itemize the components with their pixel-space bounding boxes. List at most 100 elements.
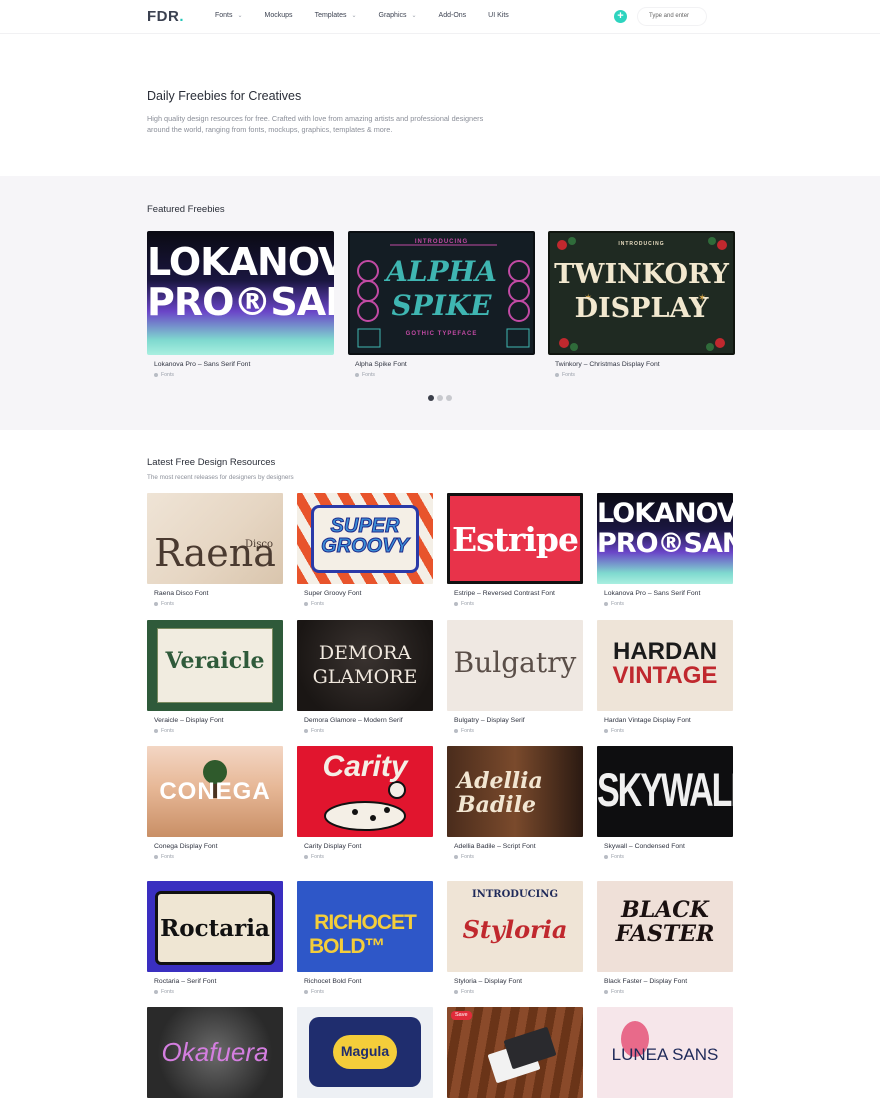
card-category[interactable]: Fonts (147, 989, 283, 995)
resource-thumbnail[interactable]: Okafuera (147, 1007, 283, 1098)
card-title[interactable]: Demora Glamore – Modern Serif (297, 717, 433, 724)
resource-card[interactable]: Magula (297, 1007, 433, 1098)
resource-card[interactable]: Bulgatry Bulgatry – Display Serif Fonts (447, 620, 583, 734)
category-label: Fonts (461, 728, 474, 734)
resource-thumbnail[interactable]: Carity (297, 746, 433, 837)
card-title[interactable]: Roctaria – Serif Font (147, 978, 283, 985)
card-category[interactable]: Fonts (297, 601, 433, 607)
resource-card[interactable]: Raena Disco Raena Disco Font Fonts (147, 493, 283, 607)
resource-thumbnail[interactable]: Raena Disco (147, 493, 283, 584)
card-title[interactable]: Skywall – Condensed Font (597, 843, 733, 850)
card-category[interactable]: Fonts (147, 601, 283, 607)
card-category[interactable]: Fonts (297, 854, 433, 860)
card-category[interactable]: Fonts (147, 854, 283, 860)
resource-thumbnail[interactable]: LUNEA SANS (597, 1007, 733, 1098)
featured-card[interactable]: INTRODUCING ALPHA SPIKE GOTHIC TYPEFACE … (348, 231, 535, 378)
card-title[interactable]: Carity Display Font (297, 843, 433, 850)
resource-card[interactable]: Carity Carity Display Font Fonts (297, 746, 433, 860)
card-category[interactable]: Fonts (147, 372, 334, 378)
art-text: LOKANOVA (147, 240, 334, 284)
resource-thumbnail[interactable]: DEMORA GLAMORE (297, 620, 433, 711)
resource-thumbnail[interactable]: RICHOCET BOLD™ (297, 881, 433, 972)
card-category[interactable]: Fonts (447, 989, 583, 995)
card-category[interactable]: Fonts (597, 728, 733, 734)
resource-thumbnail[interactable]: Estripe (447, 493, 583, 584)
card-title[interactable]: Veraicle – Display Font (147, 717, 283, 724)
card-category[interactable]: Fonts (348, 372, 535, 378)
resource-thumbnail[interactable]: Roctaria (147, 881, 283, 972)
card-title[interactable]: Lokanova Pro – Sans Serif Font (147, 361, 334, 368)
nav-item-fonts[interactable]: Fonts ⌄ (215, 12, 243, 19)
resource-card[interactable]: INTRODUCING Styloria Styloria – Display … (447, 881, 583, 995)
card-title[interactable]: Super Groovy Font (297, 590, 433, 597)
resource-card[interactable]: DEMORA GLAMORE Demora Glamore – Modern S… (297, 620, 433, 734)
card-title[interactable]: Adellia Badile – Script Font (447, 843, 583, 850)
nav-label: Add-Ons (438, 12, 467, 19)
featured-thumbnail[interactable]: INTRODUCING ALPHA SPIKE GOTHIC TYPEFACE (348, 231, 535, 355)
resource-card[interactable]: RICHOCET BOLD™ Richocet Bold Font Fonts (297, 881, 433, 995)
resource-card[interactable]: LOKANOVA PRO®SANS Lokanova Pro – Sans Se… (597, 493, 733, 607)
card-title[interactable]: Twinkory – Christmas Display Font (548, 361, 735, 368)
resource-card[interactable]: Adellia Badile Adellia Badile – Script F… (447, 746, 583, 860)
card-title[interactable]: Raena Disco Font (147, 590, 283, 597)
resource-thumbnail[interactable]: CONEGA (147, 746, 283, 837)
resource-card[interactable]: SUPER GROOVY Super Groovy Font Fonts (297, 493, 433, 607)
resource-thumbnail[interactable]: Bulgatry (447, 620, 583, 711)
card-category[interactable]: Fonts (447, 854, 583, 860)
card-category[interactable]: Fonts (447, 728, 583, 734)
save-button[interactable]: Save (451, 1011, 472, 1020)
card-category[interactable]: Fonts (447, 601, 583, 607)
card-category[interactable]: Fonts (597, 601, 733, 607)
card-title[interactable]: Alpha Spike Font (348, 361, 535, 368)
card-category[interactable]: Fonts (548, 372, 735, 378)
featured-card[interactable]: LOKANOVA PRO®SANS Lokanova Pro – Sans Se… (147, 231, 334, 378)
resource-card[interactable]: Roctaria Roctaria – Serif Font Fonts (147, 881, 283, 995)
nav-item-mockups[interactable]: Mockups (265, 12, 293, 19)
resource-thumbnail[interactable]: HARDAN VINTAGE (597, 620, 733, 711)
nav-item-graphics[interactable]: Graphics ⌄ (379, 12, 417, 19)
site-logo[interactable]: FDR. (147, 8, 184, 25)
resource-card[interactable]: LUNEA SANS (597, 1007, 733, 1098)
resource-thumbnail[interactable]: Save (447, 1007, 583, 1098)
pagination-dot[interactable] (437, 395, 443, 401)
nav-item-templates[interactable]: Templates ⌄ (315, 12, 357, 19)
card-title[interactable]: Richocet Bold Font (297, 978, 433, 985)
pagination-dot[interactable] (446, 395, 452, 401)
featured-thumbnail[interactable]: ✶ ✶ INTRODUCING TWINKORY DISPLAY (548, 231, 735, 355)
card-title[interactable]: Styloria – Display Font (447, 978, 583, 985)
card-title[interactable]: Lokanova Pro – Sans Serif Font (597, 590, 733, 597)
resource-card[interactable]: CONEGA Conega Display Font Fonts (147, 746, 283, 860)
card-category[interactable]: Fonts (597, 854, 733, 860)
pagination-dot[interactable] (428, 395, 434, 401)
resource-thumbnail[interactable]: Magula (297, 1007, 433, 1098)
resource-card[interactable]: Save (447, 1007, 583, 1098)
resource-thumbnail[interactable]: INTRODUCING Styloria (447, 881, 583, 972)
featured-card[interactable]: ✶ ✶ INTRODUCING TWINKORY DISPLAY Twinkor… (548, 231, 735, 378)
search-input[interactable]: Type and enter (638, 8, 706, 25)
resource-thumbnail[interactable]: SUPER GROOVY (297, 493, 433, 584)
resource-thumbnail[interactable]: LOKANOVA PRO®SANS (597, 493, 733, 584)
resource-thumbnail[interactable]: SKYWALL (597, 746, 733, 837)
card-category[interactable]: Fonts (297, 728, 433, 734)
nav-item-add-ons[interactable]: Add-Ons (439, 12, 467, 19)
card-title[interactable]: Bulgatry – Display Serif (447, 717, 583, 724)
resource-card[interactable]: BLACK FASTER Black Faster – Display Font… (597, 881, 733, 995)
resource-thumbnail[interactable]: Veraicle (147, 620, 283, 711)
featured-thumbnail[interactable]: LOKANOVA PRO®SANS (147, 231, 334, 355)
resource-card[interactable]: Veraicle Veraicle – Display Font Fonts (147, 620, 283, 734)
resource-card[interactable]: Okafuera (147, 1007, 283, 1098)
resource-card[interactable]: HARDAN VINTAGE Hardan Vintage Display Fo… (597, 620, 733, 734)
card-category[interactable]: Fonts (147, 728, 283, 734)
resource-thumbnail[interactable]: Adellia Badile (447, 746, 583, 837)
card-category[interactable]: Fonts (297, 989, 433, 995)
card-category[interactable]: Fonts (597, 989, 733, 995)
resource-card[interactable]: SKYWALL Skywall – Condensed Font Fonts (597, 746, 733, 860)
nav-item-ui-kits[interactable]: UI Kits (488, 12, 509, 19)
card-title[interactable]: Conega Display Font (147, 843, 283, 850)
card-title[interactable]: Hardan Vintage Display Font (597, 717, 733, 724)
resource-card[interactable]: Estripe Estripe – Reversed Contrast Font… (447, 493, 583, 607)
card-title[interactable]: Black Faster – Display Font (597, 978, 733, 985)
card-title[interactable]: Estripe – Reversed Contrast Font (447, 590, 583, 597)
resource-thumbnail[interactable]: BLACK FASTER (597, 881, 733, 972)
add-button[interactable]: + (614, 10, 627, 23)
